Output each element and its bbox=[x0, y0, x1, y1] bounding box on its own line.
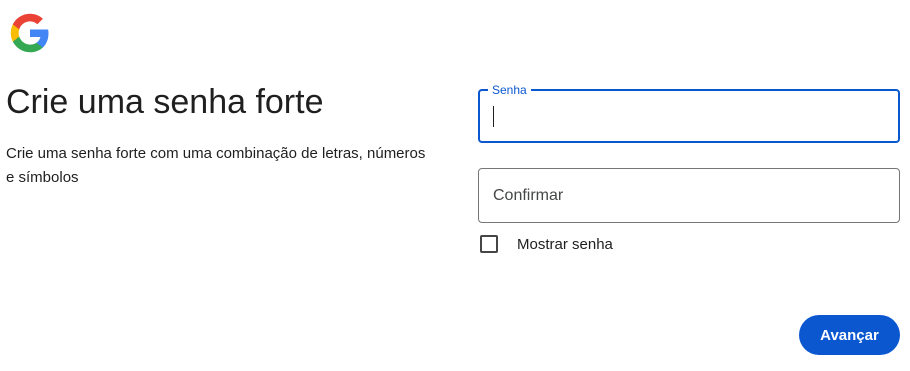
password-label: Senha bbox=[488, 82, 531, 98]
confirm-password-field[interactable] bbox=[478, 168, 900, 223]
show-password-row[interactable]: Mostrar senha bbox=[478, 233, 613, 255]
page-subtitle: Crie uma senha forte com uma combinação … bbox=[6, 145, 426, 186]
text-caret bbox=[493, 106, 494, 127]
next-button[interactable]: Avançar bbox=[799, 315, 900, 355]
show-password-label[interactable]: Mostrar senha bbox=[517, 236, 613, 253]
page-title: Crie uma senha forte bbox=[6, 83, 324, 121]
password-field[interactable]: Senha bbox=[478, 82, 900, 143]
show-password-checkbox[interactable] bbox=[480, 235, 498, 253]
confirm-password-input[interactable] bbox=[493, 169, 885, 222]
google-logo-icon bbox=[9, 12, 51, 54]
